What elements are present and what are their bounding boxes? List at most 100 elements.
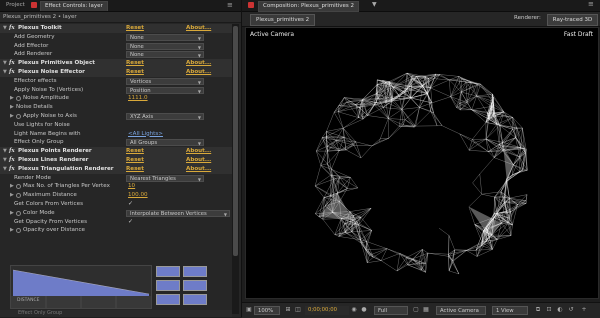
- effect-header: ▼ fx Plexus Toolkit Reset About...: [0, 24, 236, 33]
- tab-composition[interactable]: Composition: Plexus_primitives 2: [258, 1, 360, 12]
- property-dropdown[interactable]: All Groups: [126, 139, 204, 147]
- property-label: Light Name Begins with: [14, 130, 81, 137]
- close-icon[interactable]: [31, 2, 37, 8]
- graph-preset-6[interactable]: [183, 294, 207, 305]
- fx-icon[interactable]: fx: [9, 165, 15, 174]
- property-dropdown[interactable]: Position: [126, 86, 204, 95]
- property-dropdown[interactable]: Interpolate Between Vertices: [126, 209, 230, 218]
- about-link[interactable]: About...: [186, 156, 211, 165]
- effect-property-row: ▶ Opacity over Distance: [0, 226, 236, 235]
- effect-property-row: ▶ Maximum Distance 100.00: [0, 191, 236, 200]
- chevron-down-icon[interactable]: ▼: [372, 1, 377, 8]
- twirl-down-icon[interactable]: ▼: [3, 68, 8, 77]
- grid-icon[interactable]: ⊞: [284, 306, 292, 314]
- zoom-dropdown[interactable]: 100%: [254, 306, 280, 315]
- twirl-down-icon[interactable]: ▼: [3, 24, 8, 33]
- transparency-grid-icon[interactable]: ▦: [422, 306, 430, 314]
- panel-menu-icon[interactable]: ≡: [588, 0, 594, 8]
- scrollbar-thumb[interactable]: [233, 26, 238, 256]
- property-checkbox[interactable]: ✓: [128, 218, 133, 227]
- stopwatch-icon[interactable]: [16, 96, 21, 102]
- stopwatch-icon[interactable]: [16, 114, 21, 119]
- twirl-right-icon[interactable]: ▶: [10, 182, 15, 191]
- effect-property-row: ▶ Color Mode Interpolate Between Vertices: [0, 209, 236, 218]
- reset-link[interactable]: Reset: [126, 68, 144, 77]
- twirl-down-icon[interactable]: ▼: [3, 165, 8, 174]
- flowchart-icon[interactable]: ⊡: [545, 306, 553, 314]
- view-layout-dropdown[interactable]: 1 View: [492, 306, 528, 315]
- panel-menu-icon[interactable]: ≡: [227, 1, 233, 9]
- reset-link[interactable]: Reset: [126, 24, 144, 33]
- graph-preset-5[interactable]: [156, 294, 180, 305]
- reset-link[interactable]: Reset: [126, 165, 144, 174]
- exposure-value[interactable]: +: [580, 306, 588, 314]
- reset-link[interactable]: Reset: [126, 156, 144, 165]
- fx-icon[interactable]: fx: [9, 24, 15, 33]
- exposure-icon[interactable]: ◐: [556, 306, 564, 314]
- reset-exposure-icon[interactable]: ↺: [567, 306, 575, 314]
- snapshot-icon[interactable]: ◉: [350, 306, 358, 314]
- effect-property-row: Add Renderer None: [0, 50, 236, 59]
- about-link[interactable]: About...: [186, 24, 211, 33]
- always-preview-icon[interactable]: ▣: [245, 306, 253, 314]
- property-checkbox[interactable]: ✓: [128, 200, 133, 209]
- twirl-right-icon[interactable]: ▶: [10, 226, 15, 235]
- region-icon[interactable]: ▢: [412, 306, 420, 314]
- camera-dropdown[interactable]: Active Camera: [436, 306, 486, 315]
- property-dropdown[interactable]: Vertices: [126, 77, 204, 86]
- left-scrollbar[interactable]: [232, 24, 239, 314]
- resolution-dropdown[interactable]: Full: [374, 306, 408, 315]
- reset-link[interactable]: Reset: [126, 59, 144, 68]
- fx-icon[interactable]: fx: [9, 156, 15, 165]
- property-label: Noise Details: [16, 104, 53, 111]
- graph-preset-1[interactable]: [156, 266, 180, 277]
- property-dropdown[interactable]: Nearest Triangles: [126, 174, 204, 183]
- close-icon[interactable]: [248, 2, 254, 8]
- effect-header: ▼ fx Plexus Lines Renderer Reset About...: [0, 156, 236, 165]
- twirl-down-icon[interactable]: ▼: [3, 59, 8, 68]
- about-link[interactable]: About...: [186, 147, 211, 156]
- fx-icon[interactable]: fx: [9, 68, 15, 77]
- opacity-distance-graph[interactable]: DISTANCE: [10, 265, 152, 309]
- property-value[interactable]: 100.00: [128, 191, 148, 200]
- about-link[interactable]: About...: [186, 165, 211, 174]
- renderer-dropdown[interactable]: Ray-traced 3D: [547, 14, 598, 26]
- twirl-right-icon[interactable]: ▶: [10, 112, 15, 121]
- composition-viewer[interactable]: Active Camera Fast Draft: [245, 27, 599, 299]
- property-text-link[interactable]: <All Lights>: [128, 130, 163, 139]
- plexus-render: [314, 72, 528, 275]
- timecode[interactable]: 0;00;00;00: [305, 306, 349, 315]
- twirl-right-icon[interactable]: ▶: [10, 191, 15, 200]
- stopwatch-icon[interactable]: [16, 228, 21, 234]
- tab-effect-controls[interactable]: Effect Controls: layer: [40, 1, 108, 11]
- property-dropdown[interactable]: XYZ Axis: [126, 113, 204, 121]
- property-value[interactable]: 1111.0: [128, 94, 148, 103]
- twirl-right-icon[interactable]: ▶: [10, 209, 15, 218]
- mask-icon[interactable]: ◫: [294, 306, 302, 314]
- property-dropdown[interactable]: None: [126, 33, 204, 42]
- reset-link[interactable]: Reset: [126, 147, 144, 156]
- property-dropdown[interactable]: None: [126, 42, 204, 51]
- composition-tab-bar: Composition: Plexus_primitives 2 ▼ ≡: [242, 0, 600, 12]
- graph-preset-2[interactable]: [183, 266, 207, 277]
- property-label: Add Geometry: [14, 33, 55, 40]
- twirl-down-icon[interactable]: ▼: [3, 156, 8, 165]
- property-value[interactable]: 10: [128, 182, 135, 191]
- twirl-right-icon[interactable]: ▶: [10, 103, 15, 112]
- fx-icon[interactable]: fx: [9, 59, 15, 68]
- tab-project[interactable]: Project: [2, 1, 29, 10]
- stopwatch-icon[interactable]: [16, 210, 21, 216]
- comp-navigator-tab[interactable]: Plexus_primitives 2: [250, 14, 316, 26]
- about-link[interactable]: About...: [186, 59, 211, 68]
- graph-preset-4[interactable]: [183, 280, 207, 291]
- property-dropdown[interactable]: None: [126, 51, 204, 59]
- stopwatch-icon[interactable]: [16, 184, 21, 190]
- fx-icon[interactable]: fx: [9, 147, 15, 156]
- toggle-icon[interactable]: ⧉: [534, 306, 542, 314]
- graph-preset-3[interactable]: [156, 280, 180, 291]
- about-link[interactable]: About...: [186, 68, 211, 77]
- channel-icon[interactable]: ●: [360, 306, 368, 314]
- twirl-down-icon[interactable]: ▼: [3, 147, 8, 156]
- stopwatch-icon[interactable]: [16, 193, 21, 199]
- twirl-right-icon[interactable]: ▶: [10, 94, 15, 103]
